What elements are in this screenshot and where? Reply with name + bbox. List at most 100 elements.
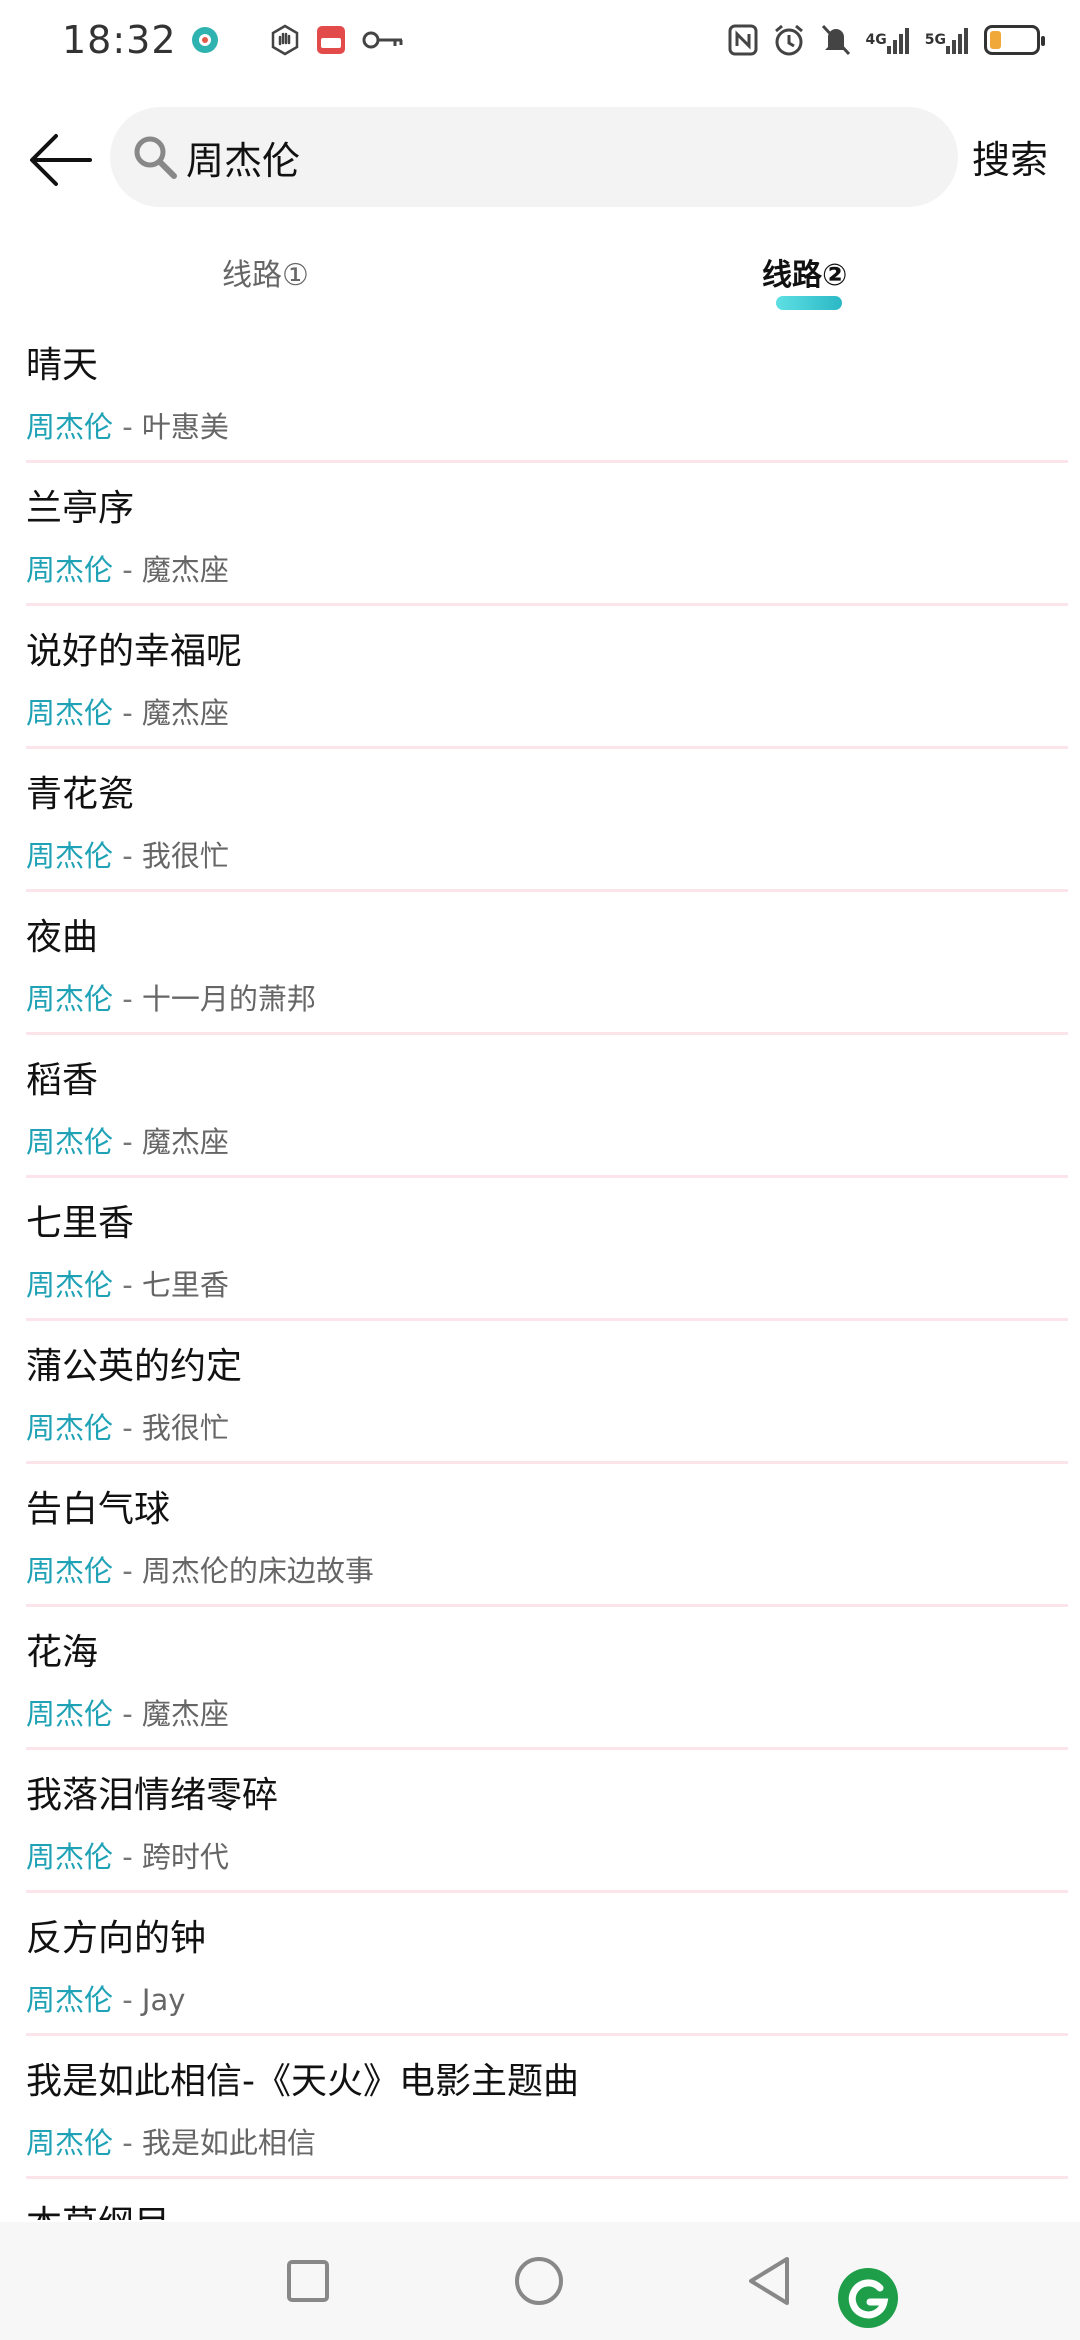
status-time: 18:32 xyxy=(62,18,177,62)
song-title: 晴天 xyxy=(26,345,99,386)
song-meta: 周杰伦 - 魔杰座 xyxy=(26,547,229,589)
song-artist: 周杰伦 xyxy=(26,1554,114,1588)
song-meta: 周杰伦 - 七里香 xyxy=(26,1262,229,1304)
song-artist: 周杰伦 xyxy=(26,839,114,873)
meta-separator: - xyxy=(113,696,142,730)
battery-icon xyxy=(984,25,1045,55)
song-meta: 周杰伦 - 我很忙 xyxy=(26,1405,229,1447)
song-album: 七里香 xyxy=(141,1268,229,1302)
song-meta: 周杰伦 - 跨时代 xyxy=(26,1834,229,1876)
song-list-item[interactable]: 夜曲周杰伦 - 十一月的萧邦 xyxy=(26,892,1068,1035)
song-list-item[interactable]: 七里香 周杰伦 - 七里香 xyxy=(26,1178,1068,1321)
song-list-item[interactable]: 反方向的钟周杰伦 - Jay xyxy=(26,1893,1068,2036)
meta-separator: - xyxy=(113,1125,142,1159)
song-album: 魔杰座 xyxy=(141,1697,229,1731)
song-meta: 周杰伦 - 魔杰座 xyxy=(26,1119,229,1161)
search-button[interactable]: 搜索 xyxy=(972,129,1048,184)
search-icon xyxy=(130,132,180,182)
nfc-icon xyxy=(728,24,758,56)
song-album: Jay xyxy=(141,1983,186,2017)
song-title: 夜曲 xyxy=(26,917,99,958)
song-list-item[interactable]: 蒲公英的约定 周杰伦 - 我很忙 xyxy=(26,1321,1068,1464)
song-album: 跨时代 xyxy=(141,1840,229,1874)
song-album: 我是如此相信 xyxy=(141,2126,316,2160)
signal-4g-icon: 4G xyxy=(866,26,911,54)
song-album: 十一月的萧邦 xyxy=(141,982,316,1016)
song-album: 我很忙 xyxy=(141,1411,229,1445)
mute-icon xyxy=(820,23,852,57)
status-left: 18:32 xyxy=(62,18,405,62)
app-notification-icon xyxy=(191,26,219,54)
search-box[interactable] xyxy=(110,107,958,207)
song-list-item[interactable]: 稻香周杰伦 - 魔杰座 xyxy=(26,1035,1068,1178)
square-icon xyxy=(287,2260,329,2302)
song-meta: 周杰伦 - Jay xyxy=(26,1977,185,2019)
signal-5g-icon: 5G xyxy=(925,26,970,54)
song-list-item[interactable]: 告白气球周杰伦 - 周杰伦的床边故事 xyxy=(26,1464,1068,1607)
song-list: 晴天 周杰伦 - 叶惠美 兰亭序 周杰伦 - 魔杰座 说好的幸福呢 周杰伦 - 魔杰座 青花… xyxy=(0,320,1080,2220)
triangle-back-icon xyxy=(749,2257,789,2305)
song-artist: 周杰伦 xyxy=(26,1983,114,2017)
arrow-left-icon xyxy=(30,134,92,186)
meta-separator: - xyxy=(113,982,142,1016)
meta-separator: - xyxy=(113,1840,142,1874)
song-artist: 周杰伦 xyxy=(26,982,114,1016)
song-title: 兰亭序 xyxy=(26,488,135,529)
nav-back-button[interactable] xyxy=(734,2246,804,2316)
song-artist: 周杰伦 xyxy=(26,1697,114,1731)
song-artist: 周杰伦 xyxy=(26,1411,114,1445)
song-meta: 周杰伦 - 魔杰座 xyxy=(26,690,229,732)
song-list-item[interactable]: 青花瓷周杰伦 - 我很忙 xyxy=(26,749,1068,892)
song-meta: 周杰伦 - 我很忙 xyxy=(26,833,229,875)
song-album: 叶惠美 xyxy=(141,410,229,444)
song-title: 我是如此相信-《天火》电影主题曲 xyxy=(26,2061,579,2102)
meta-separator: - xyxy=(113,839,142,873)
song-meta: 周杰伦 - 叶惠美 xyxy=(26,404,229,446)
song-list-item[interactable]: 花海周杰伦 - 魔杰座 xyxy=(26,1607,1068,1750)
home-button[interactable] xyxy=(504,2246,574,2316)
song-album: 魔杰座 xyxy=(141,696,229,730)
song-list-item[interactable]: 晴天周杰伦 - 叶惠美 xyxy=(26,320,1068,463)
song-title: 反方向的钟 xyxy=(26,1918,207,1959)
song-artist: 周杰伦 xyxy=(26,553,114,587)
back-button[interactable] xyxy=(26,125,96,195)
status-right: 4G 5G xyxy=(728,23,1045,57)
song-album: 魔杰座 xyxy=(141,553,229,587)
song-album: 周杰伦的床边故事 xyxy=(141,1554,374,1588)
recent-apps-button[interactable] xyxy=(273,2246,343,2316)
song-title: 告白气球 xyxy=(26,1489,171,1530)
song-artist: 周杰伦 xyxy=(26,410,114,444)
alarm-icon xyxy=(772,23,806,57)
search-input[interactable] xyxy=(184,134,888,180)
song-meta: 周杰伦 - 周杰伦的床边故事 xyxy=(26,1548,374,1590)
tab-route-2[interactable]: 线路② xyxy=(762,250,847,294)
song-title: 稻香 xyxy=(26,1060,99,1101)
route-tabs: 线路① 线路② xyxy=(0,240,1080,320)
tab-route-1[interactable]: 线路① xyxy=(222,250,309,294)
search-header: 搜索 xyxy=(0,105,1080,210)
song-list-item[interactable]: 我落泪情绪零碎 周杰伦 - 跨时代 xyxy=(26,1750,1068,1893)
navigation-bar xyxy=(0,2222,1080,2340)
song-title: 七里香 xyxy=(26,1203,135,1244)
song-list-item[interactable]: 我是如此相信-《天火》电影主题曲 周杰伦 - 我是如此相信 xyxy=(26,2036,1068,2179)
song-meta: 周杰伦 - 魔杰座 xyxy=(26,1691,229,1733)
song-album: 魔杰座 xyxy=(141,1125,229,1159)
meta-separator: - xyxy=(113,410,142,444)
song-title: 我落泪情绪零碎 xyxy=(26,1775,279,1816)
song-artist: 周杰伦 xyxy=(26,1840,114,1874)
song-list-item[interactable]: 兰亭序周杰伦 - 魔杰座 xyxy=(26,463,1068,606)
song-title: 青花瓷 xyxy=(26,774,135,815)
hand-icon xyxy=(269,24,301,56)
meta-separator: - xyxy=(113,1697,142,1731)
meta-separator: - xyxy=(113,1268,142,1302)
meta-separator: - xyxy=(113,1554,142,1588)
song-artist: 周杰伦 xyxy=(26,1268,114,1302)
meta-separator: - xyxy=(113,2126,142,2160)
song-list-item[interactable]: 本草纲目 xyxy=(26,2179,1068,2220)
song-title: 花海 xyxy=(26,1632,99,1673)
song-meta: 周杰伦 - 十一月的萧邦 xyxy=(26,976,316,1018)
app-logo-icon[interactable] xyxy=(836,2266,900,2330)
moon-icon xyxy=(233,27,255,53)
song-list-item[interactable]: 说好的幸福呢 周杰伦 - 魔杰座 xyxy=(26,606,1068,749)
status-bar: 18:32 4G 5G xyxy=(0,0,1080,80)
